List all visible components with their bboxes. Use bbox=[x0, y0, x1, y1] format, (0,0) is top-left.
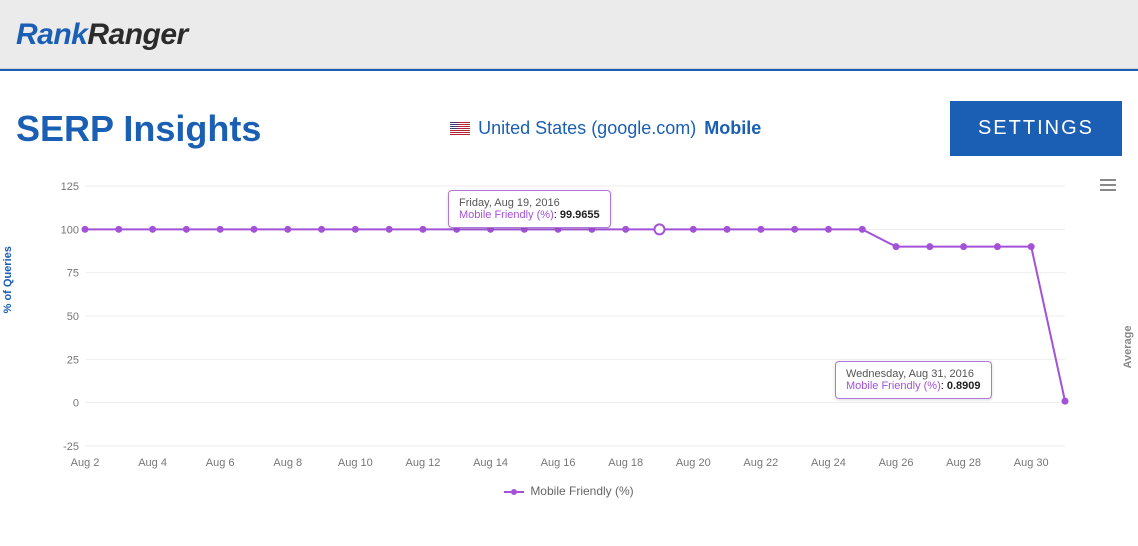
legend-swatch bbox=[504, 491, 524, 493]
svg-text:100: 100 bbox=[61, 224, 79, 236]
tooltip-2-value: 0.8909 bbox=[947, 380, 981, 392]
svg-text:Aug 30: Aug 30 bbox=[1014, 457, 1049, 469]
tooltip-2: Wednesday, Aug 31, 2016 Mobile Friendly … bbox=[835, 361, 992, 399]
svg-text:Aug 22: Aug 22 bbox=[743, 457, 778, 469]
svg-text:Aug 6: Aug 6 bbox=[206, 457, 235, 469]
right-axis-label: Average bbox=[1122, 325, 1134, 368]
chart-container: % of Queries Average -25 0 25 50 75 100 125 Aug… bbox=[0, 166, 1138, 516]
svg-text:Aug 26: Aug 26 bbox=[879, 457, 914, 469]
svg-text:Aug 28: Aug 28 bbox=[946, 457, 981, 469]
tooltip-1: Friday, Aug 19, 2016 Mobile Friendly (%)… bbox=[448, 190, 611, 228]
legend-label: Mobile Friendly (%) bbox=[530, 484, 633, 498]
flag-icon bbox=[450, 122, 470, 135]
svg-text:Aug 14: Aug 14 bbox=[473, 457, 508, 469]
svg-text:Aug 4: Aug 4 bbox=[138, 457, 167, 469]
svg-text:Aug 18: Aug 18 bbox=[608, 457, 643, 469]
locale-selector[interactable]: United States (google.com) Mobile bbox=[450, 118, 761, 139]
svg-text:125: 125 bbox=[61, 181, 79, 193]
y-axis-label: % of Queries bbox=[2, 246, 14, 313]
svg-text:25: 25 bbox=[67, 354, 79, 366]
app-header: RankRanger bbox=[0, 0, 1138, 69]
locale-country: United States (google.com) bbox=[478, 118, 696, 139]
logo-part1: Rank bbox=[16, 18, 87, 51]
svg-text:Aug 20: Aug 20 bbox=[676, 457, 711, 469]
page-title: SERP Insights bbox=[16, 108, 261, 150]
chart-legend: Mobile Friendly (%) bbox=[50, 476, 1088, 506]
settings-button[interactable]: SETTINGS bbox=[950, 101, 1122, 156]
tooltip-2-series: Mobile Friendly (%) bbox=[846, 380, 941, 392]
svg-text:50: 50 bbox=[67, 311, 79, 323]
svg-text:Aug 24: Aug 24 bbox=[811, 457, 846, 469]
chart-menu-icon[interactable] bbox=[1100, 176, 1116, 194]
svg-text:Aug 2: Aug 2 bbox=[71, 457, 100, 469]
title-row: SERP Insights United States (google.com)… bbox=[0, 71, 1138, 166]
tooltip-1-date: Friday, Aug 19, 2016 bbox=[459, 197, 600, 209]
tooltip-1-series: Mobile Friendly (%) bbox=[459, 209, 554, 221]
tooltip-1-value: 99.9655 bbox=[560, 209, 600, 221]
svg-text:Aug 8: Aug 8 bbox=[273, 457, 302, 469]
locale-device: Mobile bbox=[704, 118, 761, 139]
svg-text:75: 75 bbox=[67, 268, 79, 280]
svg-text:Aug 12: Aug 12 bbox=[405, 457, 440, 469]
tooltip-2-date: Wednesday, Aug 31, 2016 bbox=[846, 368, 981, 380]
svg-text:0: 0 bbox=[73, 398, 79, 410]
logo: RankRanger bbox=[16, 18, 188, 51]
svg-text:Aug 16: Aug 16 bbox=[541, 457, 576, 469]
logo-part2: Ranger bbox=[87, 18, 187, 51]
svg-text:Aug 10: Aug 10 bbox=[338, 457, 373, 469]
svg-text:-25: -25 bbox=[63, 441, 79, 453]
